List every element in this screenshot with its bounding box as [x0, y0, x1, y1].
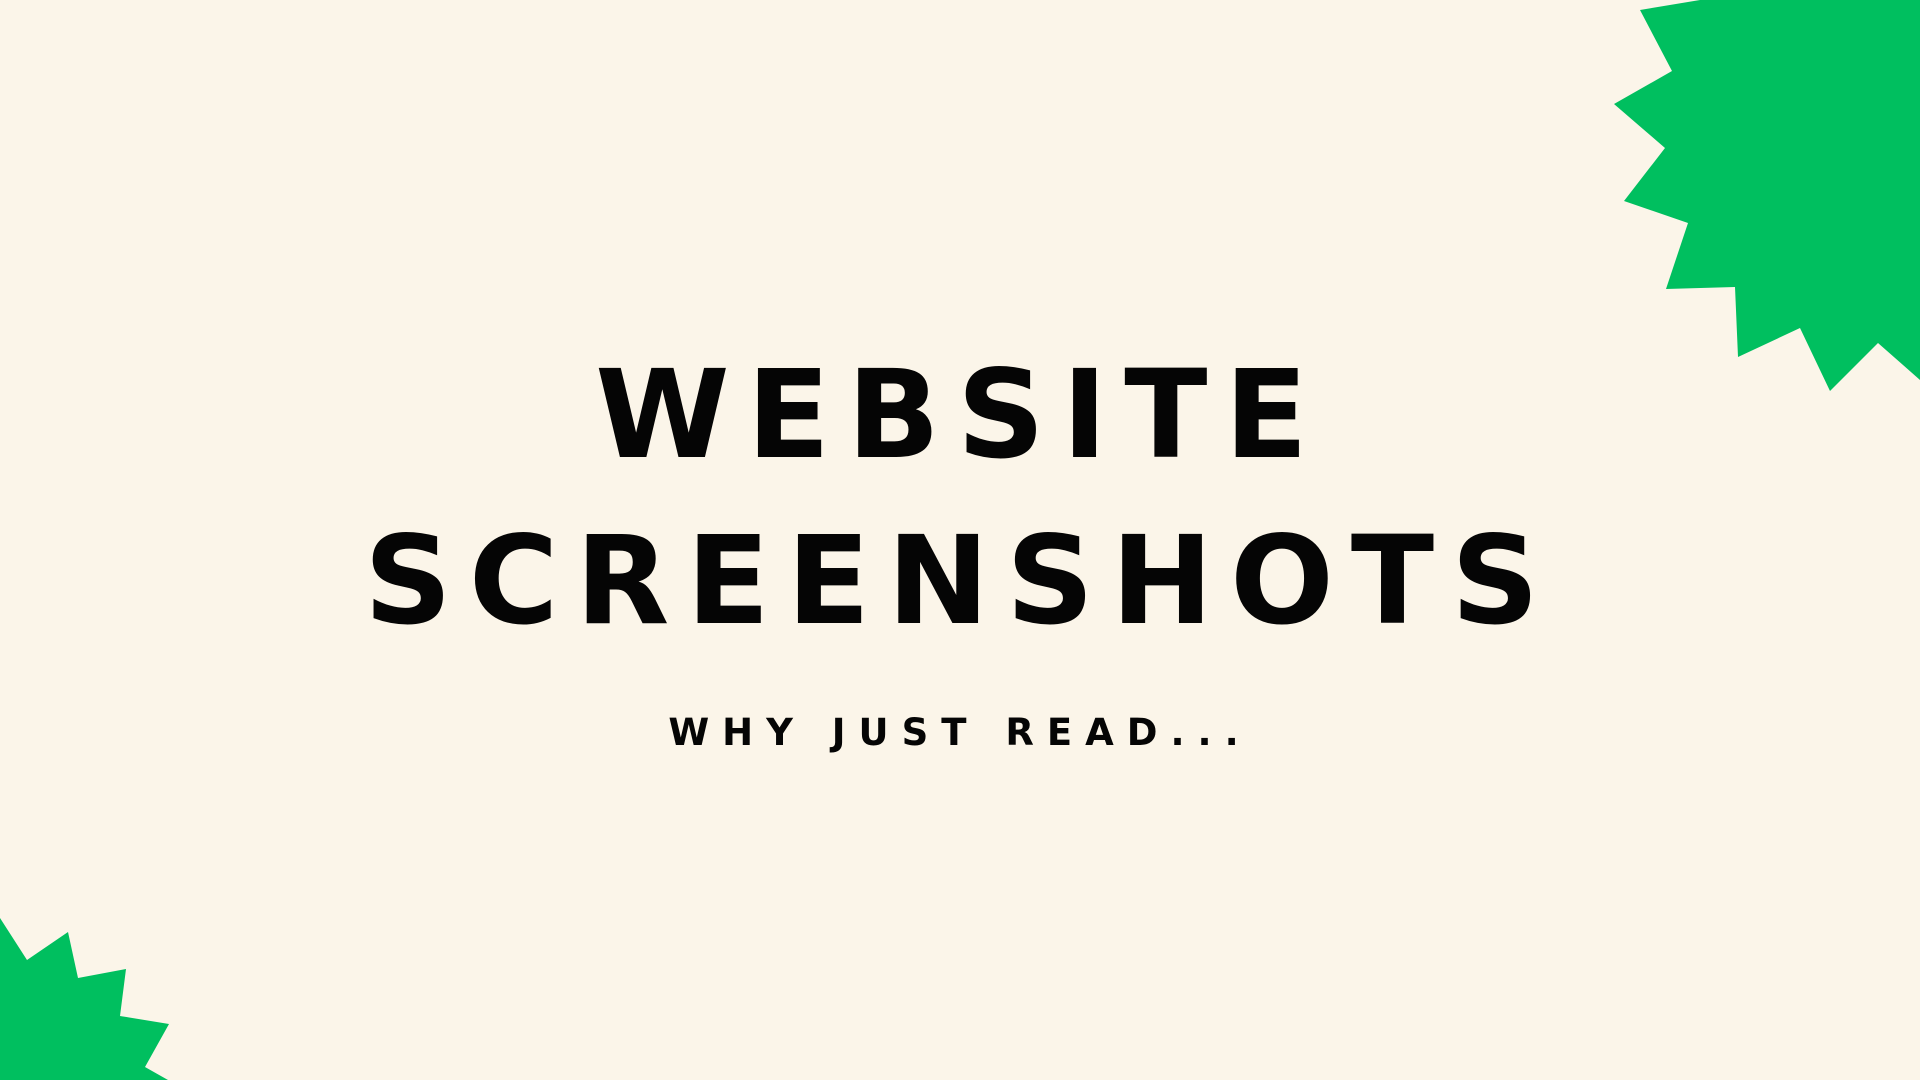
- subtitle-why-just-read: WHY JUST READ...: [668, 711, 1252, 754]
- title-line-screenshots: SCREENSHOTS: [364, 510, 1556, 652]
- title-line-website: WEBSITE: [595, 344, 1325, 486]
- main-title-block: WEBSITE SCREENSHOTS: [0, 332, 1920, 664]
- bottom-left-starburst-shape: [0, 918, 169, 1080]
